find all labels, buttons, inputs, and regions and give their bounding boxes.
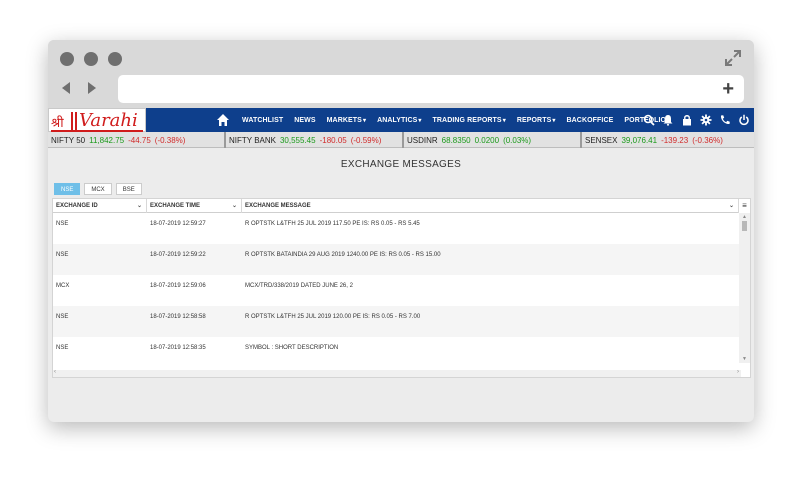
- table-row[interactable]: NSE 18-07-2019 12:58:58 R OPTSTK L&TFH 2…: [53, 306, 741, 337]
- cell-exchange-message: R OPTSTK BATAINDIA 29 AUG 2019 1240.00 P…: [245, 252, 441, 258]
- scroll-down-icon[interactable]: ▼: [742, 356, 747, 362]
- cell-exchange-message: R OPTSTK L&TFH 25 JUL 2019 120.00 PE IS:…: [245, 314, 421, 320]
- cell-exchange-id: NSE: [56, 252, 69, 258]
- lock-icon[interactable]: [681, 114, 693, 126]
- app-area: श्री Varahi WATCHLIST NEWS MARKETS▾ ANAL…: [48, 108, 754, 422]
- home-icon[interactable]: [216, 113, 230, 127]
- column-menu-chevron-icon[interactable]: ⌄: [137, 199, 142, 213]
- ticker-name: NIFTY BANK: [229, 135, 276, 145]
- caret-down-icon: ▾: [552, 117, 556, 124]
- ticker-name: NIFTY 50: [51, 135, 86, 145]
- scrollbar-thumb[interactable]: [742, 221, 747, 231]
- window-minimize-dot[interactable]: [84, 52, 98, 66]
- column-menu-chevron-icon[interactable]: ⌄: [232, 199, 237, 213]
- horizontal-scrollbar[interactable]: ‹ ›: [53, 369, 741, 377]
- search-icon[interactable]: [643, 114, 655, 126]
- ticker-change: 0.0200: [474, 135, 500, 145]
- grid-menu-icon[interactable]: ≡: [738, 199, 750, 213]
- ticker-item[interactable]: SENSEX 39,076.41 -139.23 (-0.36%): [582, 132, 754, 148]
- ticker-price: 68.8350: [441, 135, 471, 145]
- cell-exchange-message: SYMBOL : SHORT DESCRIPTION: [245, 345, 339, 351]
- menu-item-analytics[interactable]: ANALYTICS▾: [377, 117, 421, 124]
- power-icon[interactable]: [738, 114, 750, 126]
- ticker-price: 39,076.41: [621, 135, 658, 145]
- cell-exchange-time: 18-07-2019 12:59:06: [150, 283, 206, 289]
- cell-exchange-id: NSE: [56, 221, 69, 227]
- column-menu-chevron-icon[interactable]: ⌄: [729, 199, 734, 213]
- cell-exchange-id: NSE: [56, 345, 69, 351]
- ticker-item[interactable]: NIFTY 50 11,842.75 -44.75 (-0.38%): [48, 132, 226, 148]
- scroll-up-icon[interactable]: ▲: [742, 214, 747, 220]
- ticker-change: -44.75: [128, 135, 151, 145]
- logo-shri-text: श्री: [51, 116, 64, 131]
- forward-arrow-icon[interactable]: [88, 82, 96, 94]
- caret-down-icon: ▾: [502, 117, 506, 124]
- cell-exchange-id: MCX: [56, 283, 70, 289]
- cell-exchange-time: 18-07-2019 12:59:22: [150, 252, 206, 258]
- menu-item-trading-reports[interactable]: TRADING REPORTS▾: [433, 117, 506, 124]
- top-nav-bar: श्री Varahi WATCHLIST NEWS MARKETS▾ ANAL…: [48, 108, 754, 132]
- ticker-item[interactable]: USDINR 68.8350 0.0200 (0.03%): [404, 132, 582, 148]
- bell-icon[interactable]: [662, 114, 674, 126]
- phone-icon[interactable]: [719, 114, 731, 126]
- cell-exchange-time: 18-07-2019 12:58:35: [150, 345, 206, 351]
- market-ticker: NIFTY 50 11,842.75 -44.75 (-0.38%) NIFTY…: [48, 132, 754, 148]
- scroll-left-icon[interactable]: ‹: [54, 369, 56, 375]
- window-close-dot[interactable]: [60, 52, 74, 66]
- window-maximize-dot[interactable]: [108, 52, 122, 66]
- ticker-name: SENSEX: [585, 135, 618, 145]
- ticker-percent: (0.03%): [503, 135, 532, 145]
- toolbar-icons: [636, 108, 750, 132]
- browser-chrome: +: [48, 40, 754, 108]
- menu-item-news[interactable]: NEWS: [294, 117, 315, 124]
- cell-exchange-message: MCX/TRD/338/2019 DATED JUNE 26, 2: [245, 283, 353, 289]
- cell-exchange-time: 18-07-2019 12:58:58: [150, 314, 206, 320]
- ticker-change: -139.23: [661, 135, 689, 145]
- caret-down-icon: ▾: [418, 117, 422, 124]
- logo-name: Varahi: [79, 110, 138, 131]
- ticker-percent: (-0.38%): [154, 135, 186, 145]
- table-row[interactable]: NSE 18-07-2019 12:59:27 R OPTSTK L&TFH 2…: [53, 213, 741, 244]
- table-row[interactable]: MCX 18-07-2019 12:59:06 MCX/TRD/338/2019…: [53, 275, 741, 306]
- main-menu: WATCHLIST NEWS MARKETS▾ ANALYTICS▾ TRADI…: [216, 108, 681, 132]
- back-arrow-icon[interactable]: [62, 82, 70, 94]
- caret-down-icon: ▾: [362, 117, 367, 124]
- vertical-scrollbar[interactable]: ▲ ▼: [739, 213, 750, 363]
- logo-divider: [75, 112, 77, 130]
- menu-item-reports[interactable]: REPORTS▾: [517, 117, 556, 124]
- column-header-exchange-time[interactable]: EXCHANGE TIME ⌄: [147, 199, 242, 213]
- cell-exchange-id: NSE: [56, 314, 69, 320]
- exchange-messages-grid: EXCHANGE ID ⌄ EXCHANGE TIME ⌄ EXCHANGE MES…: [52, 198, 751, 378]
- table-row[interactable]: NSE 18-07-2019 12:59:22 R OPTSTK BATAIND…: [53, 244, 741, 275]
- cell-exchange-time: 18-07-2019 12:59:27: [150, 221, 206, 227]
- grid-header: EXCHANGE ID ⌄ EXCHANGE TIME ⌄ EXCHANGE MES…: [53, 199, 739, 213]
- cell-exchange-message: R OPTSTK L&TFH 25 JUL 2019 117.50 PE IS:…: [245, 221, 420, 227]
- expand-icon[interactable]: [724, 49, 742, 67]
- browser-window: + श्री Varahi WATCHLIST NEWS MARKETS▾ AN…: [48, 40, 754, 422]
- column-header-exchange-message[interactable]: EXCHANGE MESSAGE ⌄: [242, 199, 739, 213]
- new-tab-icon[interactable]: +: [722, 77, 734, 101]
- tab-nse[interactable]: NSE: [54, 183, 81, 195]
- menu-item-watchlist[interactable]: WATCHLIST: [242, 117, 283, 124]
- url-bar[interactable]: +: [118, 75, 744, 103]
- column-header-exchange-id[interactable]: EXCHANGE ID ⌄: [53, 199, 147, 213]
- logo-divider: [71, 112, 73, 130]
- exchange-tabs: NSE MCX BSE: [54, 183, 146, 195]
- menu-item-backoffice[interactable]: BACKOFFICE: [566, 117, 613, 124]
- ticker-change: -180.05: [319, 135, 347, 145]
- page-title: EXCHANGE MESSAGES: [340, 159, 462, 170]
- scroll-right-icon[interactable]: ›: [737, 369, 739, 375]
- varahi-logo[interactable]: श्री Varahi: [48, 108, 146, 132]
- ticker-item[interactable]: NIFTY BANK 30,555.45 -180.05 (-0.59%): [226, 132, 404, 148]
- ticker-price: 11,842.75: [89, 135, 125, 145]
- table-row[interactable]: NSE 18-07-2019 12:58:35 SYMBOL : SHORT D…: [53, 337, 741, 365]
- ticker-name: USDINR: [407, 135, 438, 145]
- menu-item-markets[interactable]: MARKETS▾: [327, 117, 366, 124]
- tab-bse[interactable]: BSE: [115, 183, 142, 195]
- tab-mcx[interactable]: MCX: [84, 183, 112, 195]
- gear-icon[interactable]: [700, 114, 712, 126]
- ticker-percent: (-0.36%): [692, 135, 723, 145]
- ticker-percent: (-0.59%): [350, 135, 382, 145]
- ticker-price: 30,555.45: [279, 135, 316, 145]
